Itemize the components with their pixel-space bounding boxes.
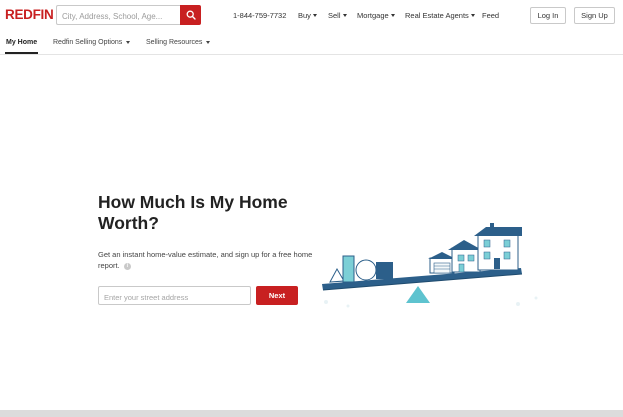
info-icon[interactable]: i — [123, 262, 131, 270]
redfin-logo[interactable]: REDFIN — [5, 7, 54, 22]
nav-sell[interactable]: Sell — [328, 11, 347, 20]
page-title: How Much Is My Home Worth? — [98, 192, 288, 233]
chevron-down-icon — [312, 14, 317, 17]
square-shape — [376, 262, 393, 279]
window-bottom-edge — [0, 410, 623, 417]
address-field[interactable] — [98, 286, 251, 306]
fulcrum-triangle — [406, 286, 430, 303]
nav-real-estate-agents[interactable]: Real Estate Agents — [405, 11, 475, 20]
chevron-down-icon — [206, 41, 211, 44]
tab-redfin-selling-options[interactable]: Redfin Selling Options — [53, 39, 131, 46]
top-header: REDFIN 1-844-759-7732 Buy Sell Mortgage … — [0, 0, 623, 30]
page-subtitle: Get an instant home-value estimate, and … — [98, 250, 313, 270]
nav-mortgage[interactable]: Mortgage — [357, 11, 395, 20]
tab-my-home[interactable]: My Home — [6, 39, 37, 46]
search-button[interactable] — [180, 5, 201, 25]
chevron-down-icon — [126, 41, 131, 44]
house — [451, 247, 481, 273]
home-value-scale-illustration — [322, 223, 538, 308]
chevron-down-icon — [470, 14, 475, 17]
circle-shape — [355, 259, 377, 281]
signup-button[interactable]: Sign Up — [574, 7, 615, 24]
search-input[interactable] — [57, 7, 181, 26]
address-input[interactable] — [99, 289, 250, 306]
search-field[interactable] — [56, 5, 181, 26]
chevron-down-icon — [342, 14, 347, 17]
tab-selling-resources[interactable]: Selling Resources — [146, 39, 211, 46]
phone-number[interactable]: 1-844-759-7732 — [233, 11, 286, 20]
next-button[interactable]: Next — [256, 286, 298, 305]
login-button[interactable]: Log In — [530, 7, 566, 24]
rectangle-shape — [342, 255, 355, 283]
search-icon — [186, 10, 196, 20]
triangle-shape — [329, 267, 345, 283]
nav-feed[interactable]: Feed — [482, 11, 499, 20]
active-tab-indicator — [5, 52, 38, 54]
nav-buy[interactable]: Buy — [298, 11, 317, 20]
sub-navigation: My Home Redfin Selling Options Selling R… — [0, 30, 623, 55]
chevron-down-icon — [390, 14, 395, 17]
